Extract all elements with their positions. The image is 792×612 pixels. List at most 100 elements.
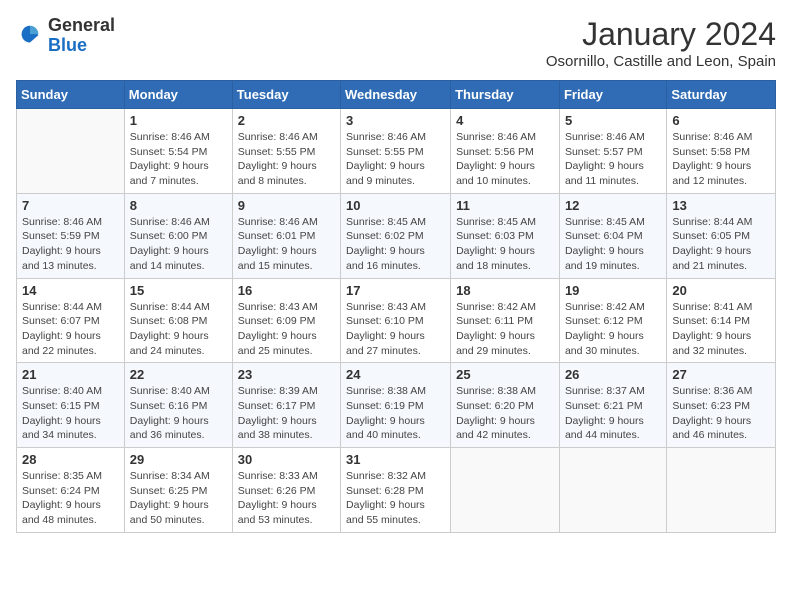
- calendar-cell: 17 Sunrise: 8:43 AMSunset: 6:10 PMDayligh…: [341, 278, 451, 363]
- day-info: Sunrise: 8:40 AMSunset: 6:15 PMDaylight:…: [22, 384, 119, 443]
- day-header-tuesday: Tuesday: [232, 81, 340, 109]
- calendar-cell: 7 Sunrise: 8:46 AMSunset: 5:59 PMDaylight…: [17, 193, 125, 278]
- day-number: 14: [22, 283, 119, 298]
- calendar-cell: [17, 109, 125, 194]
- day-info: Sunrise: 8:34 AMSunset: 6:25 PMDaylight:…: [130, 469, 227, 528]
- day-number: 20: [672, 283, 770, 298]
- day-number: 15: [130, 283, 227, 298]
- calendar-cell: [667, 448, 776, 533]
- week-row-1: 1Sunrise: 8:46 AMSunset: 5:54 PMDaylight…: [17, 109, 776, 194]
- day-number: 3: [346, 113, 445, 128]
- calendar-cell: 24 Sunrise: 8:38 AMSunset: 6:19 PMDayligh…: [341, 363, 451, 448]
- day-info: Sunrise: 8:46 AMSunset: 5:54 PMDaylight:…: [130, 130, 227, 189]
- day-info: Sunrise: 8:44 AMSunset: 6:05 PMDaylight:…: [672, 215, 770, 274]
- day-number: 27: [672, 367, 770, 382]
- day-number: 2: [238, 113, 335, 128]
- day-info: Sunrise: 8:38 AMSunset: 6:19 PMDaylight:…: [346, 384, 445, 443]
- calendar-cell: 28 Sunrise: 8:35 AMSunset: 6:24 PMDayligh…: [17, 448, 125, 533]
- day-info: Sunrise: 8:45 AMSunset: 6:03 PMDaylight:…: [456, 215, 554, 274]
- day-header-monday: Monday: [124, 81, 232, 109]
- day-number: 12: [565, 198, 661, 213]
- day-number: 19: [565, 283, 661, 298]
- calendar-cell: 13 Sunrise: 8:44 AMSunset: 6:05 PMDayligh…: [667, 193, 776, 278]
- logo-blue-text: Blue: [48, 36, 115, 56]
- calendar-cell: 15 Sunrise: 8:44 AMSunset: 6:08 PMDayligh…: [124, 278, 232, 363]
- calendar-cell: 5Sunrise: 8:46 AMSunset: 5:57 PMDaylight…: [559, 109, 666, 194]
- calendar-cell: 31Sunrise: 8:32 AMSunset: 6:28 PMDayligh…: [341, 448, 451, 533]
- week-row-2: 7 Sunrise: 8:46 AMSunset: 5:59 PMDaylight…: [17, 193, 776, 278]
- calendar-cell: [559, 448, 666, 533]
- calendar-cell: 3 Sunrise: 8:46 AMSunset: 5:55 PMDaylight…: [341, 109, 451, 194]
- day-info: Sunrise: 8:42 AMSunset: 6:11 PMDaylight:…: [456, 300, 554, 359]
- day-info: Sunrise: 8:39 AMSunset: 6:17 PMDaylight:…: [238, 384, 335, 443]
- day-number: 28: [22, 452, 119, 467]
- week-row-5: 28 Sunrise: 8:35 AMSunset: 6:24 PMDayligh…: [17, 448, 776, 533]
- day-number: 29: [130, 452, 227, 467]
- day-info: Sunrise: 8:44 AMSunset: 6:07 PMDaylight:…: [22, 300, 119, 359]
- day-info: Sunrise: 8:46 AMSunset: 6:01 PMDaylight:…: [238, 215, 335, 274]
- calendar-cell: 25 Sunrise: 8:38 AMSunset: 6:20 PMDayligh…: [451, 363, 560, 448]
- calendar-cell: 1Sunrise: 8:46 AMSunset: 5:54 PMDaylight…: [124, 109, 232, 194]
- day-number: 6: [672, 113, 770, 128]
- calendar-cell: 6Sunrise: 8:46 AMSunset: 5:58 PMDaylight…: [667, 109, 776, 194]
- day-number: 7: [22, 198, 119, 213]
- day-info: Sunrise: 8:45 AMSunset: 6:04 PMDaylight:…: [565, 215, 661, 274]
- day-number: 17: [346, 283, 445, 298]
- day-info: Sunrise: 8:46 AMSunset: 5:57 PMDaylight:…: [565, 130, 661, 189]
- day-info: Sunrise: 8:41 AMSunset: 6:14 PMDaylight:…: [672, 300, 770, 359]
- day-info: Sunrise: 8:45 AMSunset: 6:02 PMDaylight:…: [346, 215, 445, 274]
- day-info: Sunrise: 8:35 AMSunset: 6:24 PMDaylight:…: [22, 469, 119, 528]
- title-area: January 2024 Osornillo, Castille and Leo…: [546, 16, 776, 70]
- day-header-thursday: Thursday: [451, 81, 560, 109]
- location-title: Osornillo, Castille and Leon, Spain: [546, 53, 776, 70]
- day-number: 13: [672, 198, 770, 213]
- calendar-cell: 11Sunrise: 8:45 AMSunset: 6:03 PMDayligh…: [451, 193, 560, 278]
- calendar-cell: 29 Sunrise: 8:34 AMSunset: 6:25 PMDayligh…: [124, 448, 232, 533]
- week-row-3: 14 Sunrise: 8:44 AMSunset: 6:07 PMDayligh…: [17, 278, 776, 363]
- day-number: 25: [456, 367, 554, 382]
- day-number: 30: [238, 452, 335, 467]
- calendar-cell: 27 Sunrise: 8:36 AMSunset: 6:23 PMDayligh…: [667, 363, 776, 448]
- calendar-cell: 8Sunrise: 8:46 AMSunset: 6:00 PMDaylight…: [124, 193, 232, 278]
- logo-icon: [16, 22, 44, 50]
- day-info: Sunrise: 8:46 AMSunset: 5:56 PMDaylight:…: [456, 130, 554, 189]
- day-info: Sunrise: 8:46 AMSunset: 5:55 PMDaylight:…: [346, 130, 445, 189]
- calendar-cell: 20 Sunrise: 8:41 AMSunset: 6:14 PMDayligh…: [667, 278, 776, 363]
- day-info: Sunrise: 8:42 AMSunset: 6:12 PMDaylight:…: [565, 300, 661, 359]
- calendar-cell: 23 Sunrise: 8:39 AMSunset: 6:17 PMDayligh…: [232, 363, 340, 448]
- day-info: Sunrise: 8:43 AMSunset: 6:10 PMDaylight:…: [346, 300, 445, 359]
- day-number: 16: [238, 283, 335, 298]
- day-header-saturday: Saturday: [667, 81, 776, 109]
- day-number: 9: [238, 198, 335, 213]
- header-row: SundayMondayTuesdayWednesdayThursdayFrid…: [17, 81, 776, 109]
- day-header-wednesday: Wednesday: [341, 81, 451, 109]
- day-info: Sunrise: 8:38 AMSunset: 6:20 PMDaylight:…: [456, 384, 554, 443]
- day-info: Sunrise: 8:36 AMSunset: 6:23 PMDaylight:…: [672, 384, 770, 443]
- calendar-cell: 12 Sunrise: 8:45 AMSunset: 6:04 PMDayligh…: [559, 193, 666, 278]
- day-number: 22: [130, 367, 227, 382]
- header: General Blue January 2024 Osornillo, Cas…: [16, 16, 776, 70]
- logo-text: General Blue: [48, 16, 115, 56]
- calendar-cell: [451, 448, 560, 533]
- day-info: Sunrise: 8:37 AMSunset: 6:21 PMDaylight:…: [565, 384, 661, 443]
- day-info: Sunrise: 8:44 AMSunset: 6:08 PMDaylight:…: [130, 300, 227, 359]
- calendar-cell: 19 Sunrise: 8:42 AMSunset: 6:12 PMDayligh…: [559, 278, 666, 363]
- day-number: 23: [238, 367, 335, 382]
- logo-general-text: General: [48, 16, 115, 36]
- day-number: 31: [346, 452, 445, 467]
- day-info: Sunrise: 8:43 AMSunset: 6:09 PMDaylight:…: [238, 300, 335, 359]
- logo: General Blue: [16, 16, 115, 56]
- calendar-cell: 18Sunrise: 8:42 AMSunset: 6:11 PMDayligh…: [451, 278, 560, 363]
- day-info: Sunrise: 8:46 AMSunset: 6:00 PMDaylight:…: [130, 215, 227, 274]
- calendar-cell: 14 Sunrise: 8:44 AMSunset: 6:07 PMDayligh…: [17, 278, 125, 363]
- day-number: 21: [22, 367, 119, 382]
- day-number: 4: [456, 113, 554, 128]
- calendar-cell: 9 Sunrise: 8:46 AMSunset: 6:01 PMDaylight…: [232, 193, 340, 278]
- day-info: Sunrise: 8:46 AMSunset: 5:59 PMDaylight:…: [22, 215, 119, 274]
- calendar-cell: 2Sunrise: 8:46 AMSunset: 5:55 PMDaylight…: [232, 109, 340, 194]
- day-number: 24: [346, 367, 445, 382]
- day-header-friday: Friday: [559, 81, 666, 109]
- calendar-table: SundayMondayTuesdayWednesdayThursdayFrid…: [16, 80, 776, 533]
- calendar-cell: 16 Sunrise: 8:43 AMSunset: 6:09 PMDayligh…: [232, 278, 340, 363]
- calendar-cell: 4 Sunrise: 8:46 AMSunset: 5:56 PMDaylight…: [451, 109, 560, 194]
